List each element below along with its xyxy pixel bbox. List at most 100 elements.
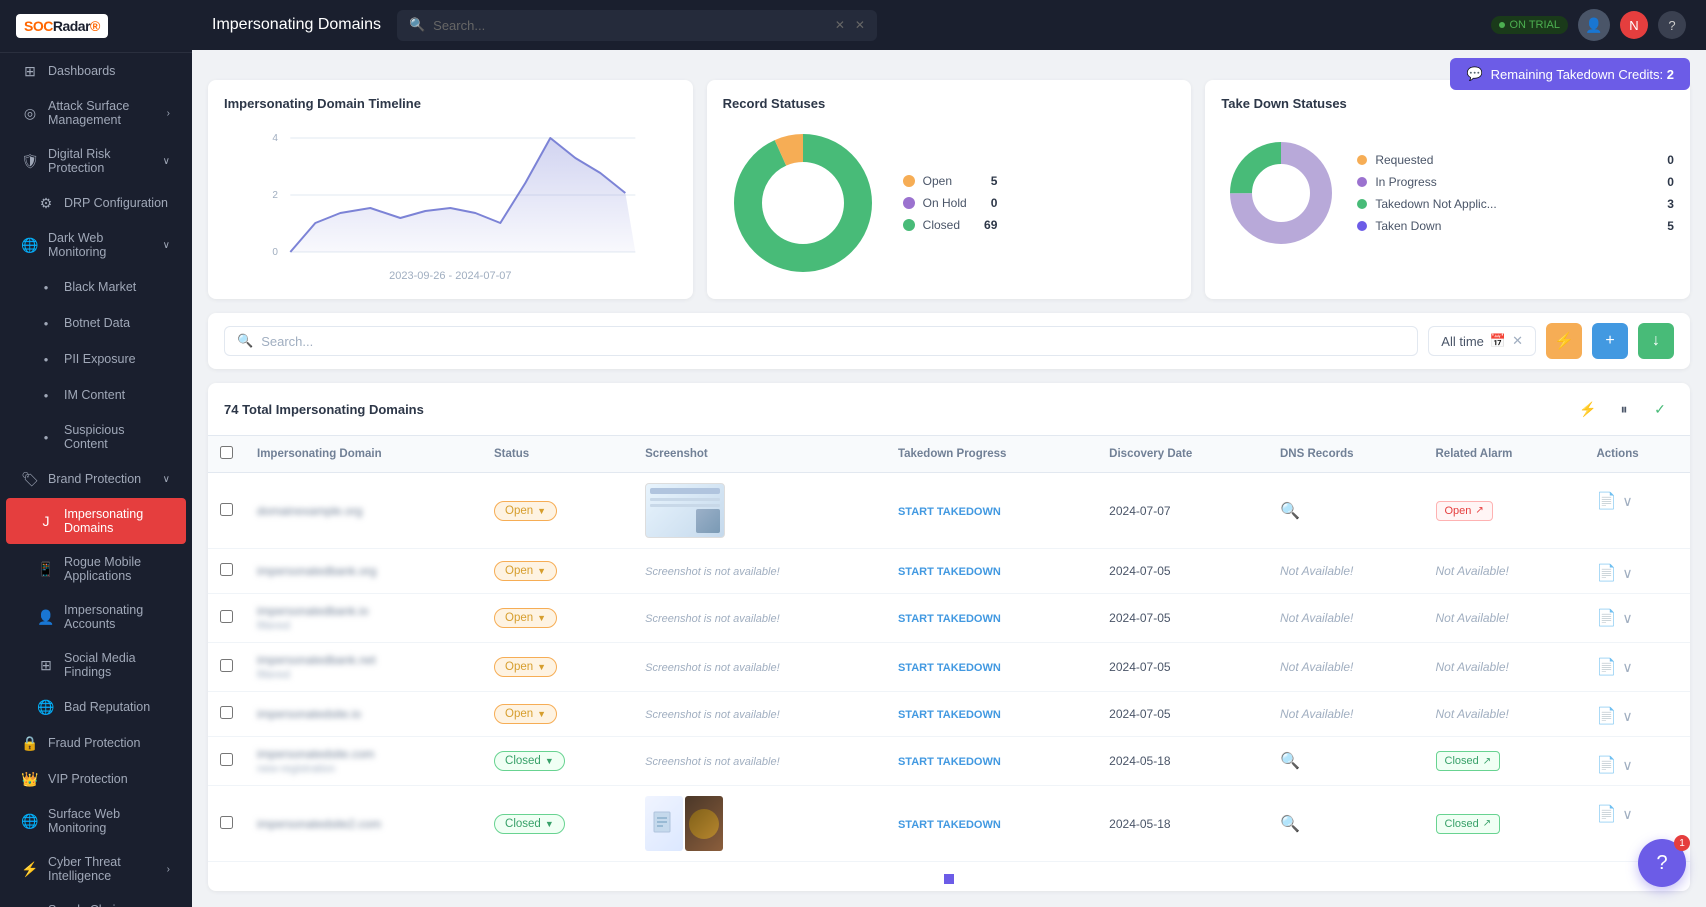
discovery-date: 2024-05-18 <box>1097 737 1268 786</box>
row-checkbox[interactable] <box>220 563 233 576</box>
status-badge-closed[interactable]: Closed ▼ <box>494 751 565 771</box>
filter-orange-btn[interactable]: ⚡ <box>1546 323 1582 359</box>
expand-row-icon[interactable]: ∨ <box>1622 757 1632 774</box>
file-icon[interactable]: 📄 <box>1596 706 1616 726</box>
file-icon[interactable]: 📄 <box>1596 804 1616 824</box>
floating-help-button[interactable]: ? 1 <box>1638 839 1686 887</box>
file-icon[interactable]: 📄 <box>1596 755 1616 775</box>
sidebar-item-black-market[interactable]: ● Black Market <box>6 270 186 304</box>
domain-link[interactable]: domainexample.org <box>257 504 470 518</box>
screenshot-na: Screenshot is not available! <box>645 566 780 578</box>
start-takedown-btn[interactable]: START TAKEDOWN <box>898 566 1001 578</box>
alarm-badge-open[interactable]: Open ↗ <box>1436 501 1493 521</box>
circle-icon: ● <box>38 387 54 403</box>
time-filter-dropdown[interactable]: All time 📅 ✕ <box>1428 326 1536 356</box>
sidebar-item-brand-protection[interactable]: 🏷 Brand Protection ∨ <box>6 462 186 496</box>
expand-row-icon[interactable]: ∨ <box>1622 565 1632 582</box>
sidebar-item-digital-risk[interactable]: 🛡 Digital Risk Protection ∨ <box>6 138 186 184</box>
status-badge-open[interactable]: Open ▼ <box>494 501 557 521</box>
filter-green-btn[interactable]: ↓ <box>1638 323 1674 359</box>
alarm-badge-closed[interactable]: Closed ↗ <box>1436 814 1501 834</box>
search-input[interactable] <box>433 10 827 41</box>
status-badge-open[interactable]: Open ▼ <box>494 561 557 581</box>
domain-link[interactable]: impersonatedbank.io <box>257 604 470 618</box>
close-search-icon[interactable]: ✕ <box>855 18 865 32</box>
select-all-checkbox[interactable] <box>220 446 233 459</box>
sidebar-item-bad-reputation[interactable]: 🌐 Bad Reputation <box>6 690 186 724</box>
requested-dot <box>1357 155 1367 165</box>
row-checkbox[interactable] <box>220 610 233 623</box>
expand-row-icon[interactable]: ∨ <box>1622 806 1632 823</box>
domain-link[interactable]: impersonatedsite.io <box>257 707 470 721</box>
sidebar-item-fraud-protection[interactable]: 🔒 Fraud Protection <box>6 726 186 760</box>
sidebar-item-rogue-mobile[interactable]: 📱 Rogue Mobile Applications <box>6 546 186 592</box>
row-checkbox[interactable] <box>220 706 233 719</box>
domain-link[interactable]: impersonatedsite.com <box>257 747 470 761</box>
sidebar-item-im-content[interactable]: ● IM Content <box>6 378 186 412</box>
pause-icon-btn[interactable]: ⏸ <box>1610 395 1638 423</box>
sidebar-item-impersonating-accounts[interactable]: 👤 Impersonating Accounts <box>6 594 186 640</box>
sidebar-item-attack-surface[interactable]: ◎ Attack Surface Management › <box>6 90 186 136</box>
filter-blue-btn[interactable]: + <box>1592 323 1628 359</box>
status-badge-open[interactable]: Open ▼ <box>494 704 557 724</box>
start-takedown-btn[interactable]: START TAKEDOWN <box>898 819 1001 831</box>
dns-search-icon[interactable]: 🔍 <box>1280 753 1300 770</box>
sidebar-item-supply-chain[interactable]: 🔗 Supply Chain Intelligence › <box>6 894 186 907</box>
domain-link[interactable]: impersonatedbank.net <box>257 653 470 667</box>
start-takedown-btn[interactable]: START TAKEDOWN <box>898 662 1001 674</box>
notification-button[interactable]: N <box>1620 11 1648 39</box>
clear-time-icon[interactable]: ✕ <box>1512 333 1523 349</box>
topbar-search[interactable]: 🔍 ✕ ✕ <box>397 10 877 41</box>
file-icon[interactable]: 📄 <box>1596 563 1616 583</box>
chevron-down-icon: ∨ <box>163 474 170 485</box>
row-checkbox[interactable] <box>220 816 233 829</box>
time-filter-label: All time <box>1441 334 1484 349</box>
screenshot-thumbnail[interactable] <box>645 483 725 538</box>
filter-icon-btn[interactable]: ⚡ <box>1574 395 1602 423</box>
expand-row-icon[interactable]: ∨ <box>1622 493 1632 510</box>
dns-search-icon[interactable]: 🔍 <box>1280 503 1300 520</box>
sidebar-item-suspicious-content[interactable]: ● Suspicious Content <box>6 414 186 460</box>
file-icon[interactable]: 📄 <box>1596 608 1616 628</box>
sidebar-item-dark-web[interactable]: 🌐 Dark Web Monitoring ∨ <box>6 222 186 268</box>
sidebar-item-social-media[interactable]: ⊞ Social Media Findings <box>6 642 186 688</box>
alarm-na: Not Available! <box>1436 611 1509 625</box>
sidebar-item-pii-exposure[interactable]: ● PII Exposure <box>6 342 186 376</box>
status-badge-closed[interactable]: Closed ▼ <box>494 814 565 834</box>
expand-row-icon[interactable]: ∨ <box>1622 659 1632 676</box>
dual-screenshot[interactable] <box>645 796 874 851</box>
alarm-badge-closed[interactable]: Closed ↗ <box>1436 751 1501 771</box>
start-takedown-btn[interactable]: START TAKEDOWN <box>898 756 1001 768</box>
status-badge-open[interactable]: Open ▼ <box>494 608 557 628</box>
clear-search-icon[interactable]: ✕ <box>835 18 845 32</box>
sidebar-item-surface-web[interactable]: 🌐 Surface Web Monitoring <box>6 798 186 844</box>
file-icon[interactable]: 📄 <box>1596 491 1616 511</box>
filter-search-input[interactable] <box>261 334 1405 349</box>
sidebar-item-impersonating-domains[interactable]: J Impersonating Domains <box>6 498 186 544</box>
help-button[interactable]: ? <box>1658 11 1686 39</box>
start-takedown-btn[interactable]: START TAKEDOWN <box>898 613 1001 625</box>
sidebar-item-drp-config[interactable]: ⚙ DRP Configuration <box>6 186 186 220</box>
expand-row-icon[interactable]: ∨ <box>1622 610 1632 627</box>
domain-link[interactable]: impersonatedsite2.com <box>257 817 470 831</box>
start-takedown-btn[interactable]: START TAKEDOWN <box>898 506 1001 518</box>
domain-link[interactable]: impersonatedbank.org <box>257 564 470 578</box>
check-icon-btn[interactable]: ✓ <box>1646 395 1674 423</box>
sidebar-item-dashboards[interactable]: ⊞ Dashboards <box>6 54 186 88</box>
domain-sub: filtered <box>257 669 290 681</box>
start-takedown-btn[interactable]: START TAKEDOWN <box>898 709 1001 721</box>
dns-search-icon[interactable]: 🔍 <box>1280 816 1300 833</box>
user-avatar[interactable]: 👤 <box>1578 9 1610 41</box>
sidebar-item-cyber-threat[interactable]: ⚡ Cyber Threat Intelligence › <box>6 846 186 892</box>
sidebar-item-botnet-data[interactable]: ● Botnet Data <box>6 306 186 340</box>
row-checkbox[interactable] <box>220 503 233 516</box>
filter-search-box[interactable]: 🔍 <box>224 326 1418 356</box>
expand-row-icon[interactable]: ∨ <box>1622 708 1632 725</box>
status-badge-open[interactable]: Open ▼ <box>494 657 557 677</box>
row-checkbox[interactable] <box>220 753 233 766</box>
row-checkbox[interactable] <box>220 659 233 672</box>
target-icon: ◎ <box>22 105 38 121</box>
alarm-na: Not Available! <box>1436 707 1509 721</box>
file-icon[interactable]: 📄 <box>1596 657 1616 677</box>
sidebar-item-vip-protection[interactable]: 👑 VIP Protection <box>6 762 186 796</box>
